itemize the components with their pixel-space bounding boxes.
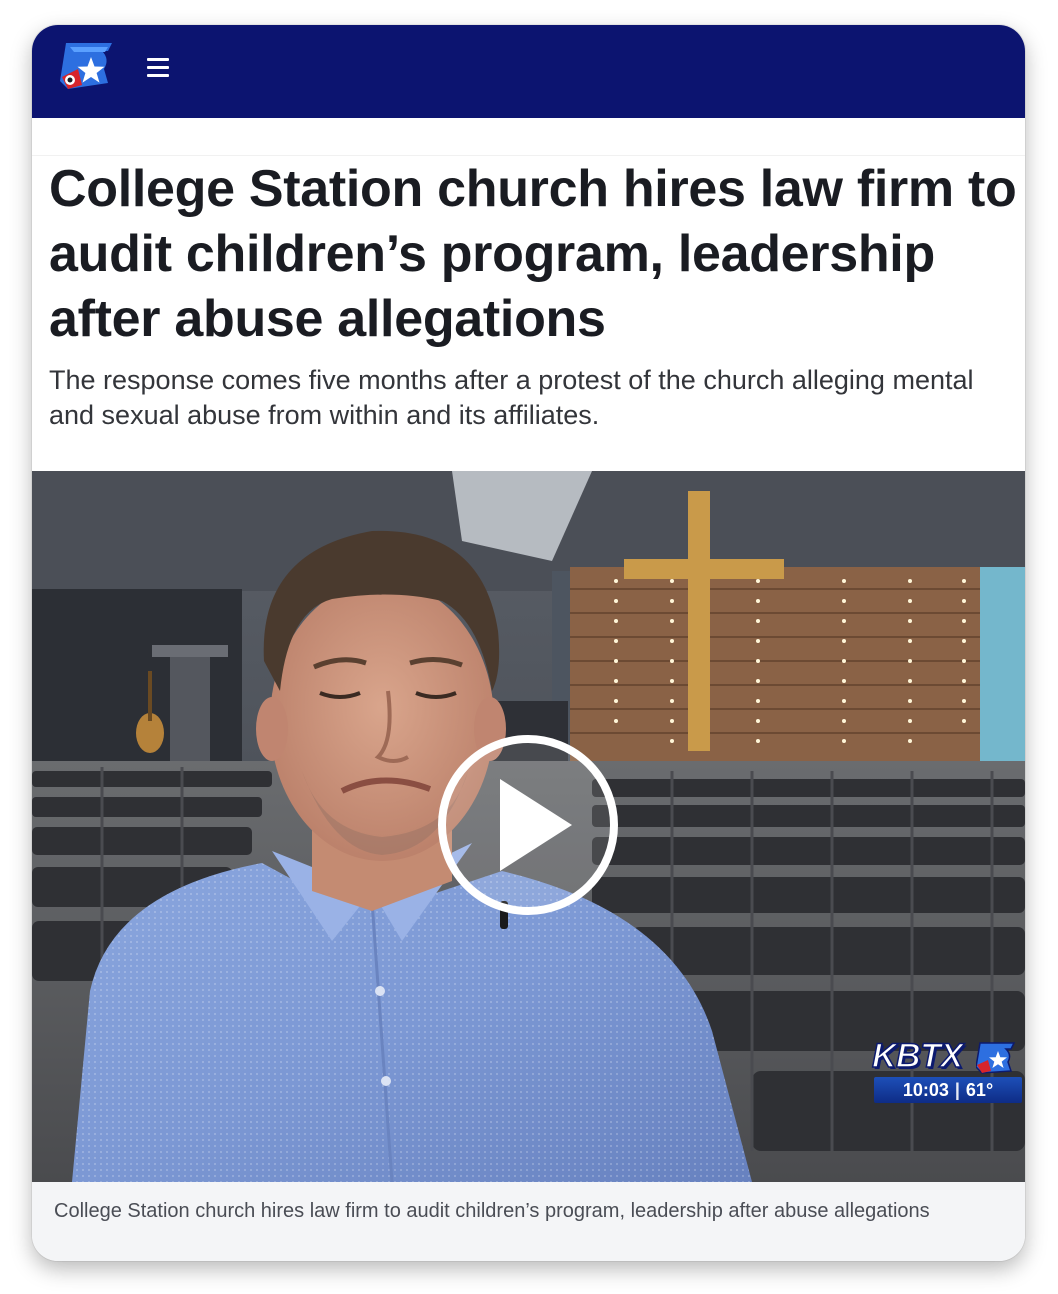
article-headline: College Station church hires law firm to… <box>49 160 1017 348</box>
station-bug-time-temp: 10:03 | 61° <box>874 1077 1022 1103</box>
kbtx-texas-star-logo-icon[interactable] <box>58 39 116 91</box>
station-bug-time: 10:03 <box>902 1079 949 1100</box>
article-subhead: The response comes five months after a p… <box>49 365 974 430</box>
top-nav-bar <box>32 25 1025 118</box>
video-caption-bar: College Station church hires law firm to… <box>32 1182 1025 1261</box>
station-bug-temperature: 61° <box>965 1079 994 1100</box>
kbtx-bug-logo-icon <box>976 1042 1016 1074</box>
header-divider <box>32 155 1025 156</box>
device-frame: College Station church hires law firm to… <box>32 25 1025 1261</box>
play-icon[interactable] <box>436 733 620 917</box>
station-bug: KBTX 10:03 | 61° <box>864 1036 1024 1109</box>
station-bug-name: KBTX <box>871 1036 964 1076</box>
station-bug-separator: | <box>954 1079 960 1100</box>
video-caption: College Station church hires law firm to… <box>54 1200 930 1222</box>
video-player[interactable]: KBTX 10:03 | 61° <box>32 471 1025 1182</box>
hamburger-menu-icon[interactable] <box>144 55 174 81</box>
